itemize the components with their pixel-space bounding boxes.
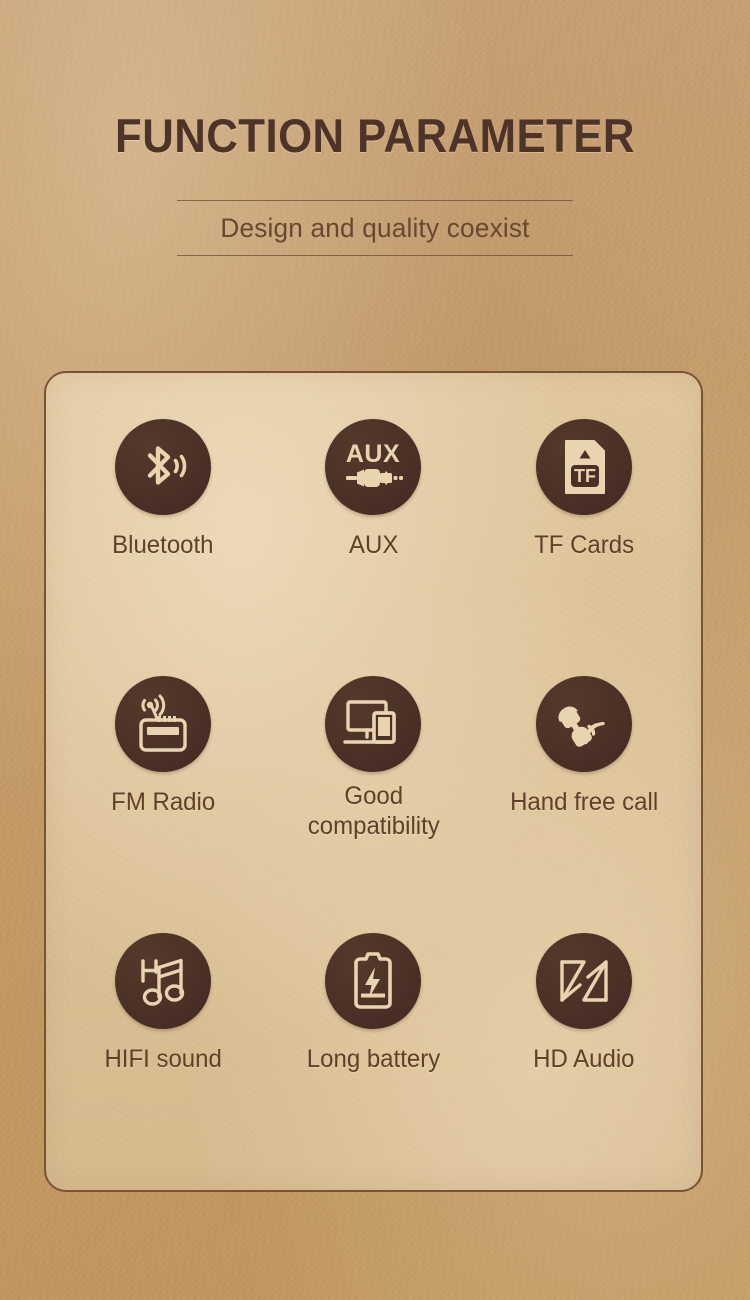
bluetooth-icon bbox=[147, 446, 187, 485]
svg-text:AUX: AUX bbox=[346, 440, 400, 468]
feature-item-long-battery[interactable]: Long battery bbox=[268, 911, 478, 1168]
compatibility-badge bbox=[325, 676, 422, 772]
feature-label: Good compatibility bbox=[307, 782, 440, 840]
feature-label: FM Radio bbox=[111, 788, 216, 816]
hifi-music-note-icon bbox=[141, 958, 185, 1006]
feature-label: Bluetooth bbox=[112, 531, 214, 559]
tf-card-badge: TF bbox=[535, 419, 632, 515]
battery-badge bbox=[325, 933, 422, 1029]
devices-compatibility-icon bbox=[343, 700, 397, 744]
feature-item-bluetooth[interactable]: Bluetooth bbox=[58, 397, 268, 654]
subtitle-block: Design and quality coexist bbox=[177, 200, 573, 256]
feature-item-hd-audio[interactable]: HD Audio bbox=[479, 911, 689, 1168]
feature-label: HIFI sound bbox=[104, 1045, 222, 1073]
hd-audio-icon bbox=[560, 960, 608, 1002]
divider-bottom bbox=[177, 255, 573, 256]
feature-label: Hand free call bbox=[509, 788, 658, 816]
hifi-badge bbox=[115, 933, 212, 1029]
aux-badge: AUX bbox=[325, 419, 422, 515]
aux-jack-icon: AUX bbox=[346, 440, 404, 487]
fm-radio-badge bbox=[115, 676, 212, 772]
handset-call-badge bbox=[535, 676, 632, 772]
feature-label: HD Audio bbox=[533, 1045, 635, 1073]
battery-charge-icon bbox=[354, 952, 393, 1009]
feature-grid: Bluetooth AUX AUX TF TF Cards FM Radio G… bbox=[46, 373, 701, 1190]
feature-card: Bluetooth AUX AUX TF TF Cards FM Radio G… bbox=[44, 371, 703, 1192]
feature-item-tf-cards[interactable]: TF TF Cards bbox=[479, 397, 689, 654]
fm-radio-icon bbox=[139, 694, 187, 752]
feature-label: AUX bbox=[348, 531, 399, 559]
page-header: FUNCTION PARAMETER bbox=[0, 0, 750, 163]
feature-item-aux[interactable]: AUX AUX bbox=[268, 397, 478, 654]
feature-item-hand-free-call[interactable]: Hand free call bbox=[479, 654, 689, 911]
handset-call-icon bbox=[558, 706, 605, 747]
page-title: FUNCTION PARAMETER bbox=[115, 109, 635, 162]
feature-label: Long battery bbox=[306, 1045, 441, 1073]
feature-label: TF Cards bbox=[533, 531, 634, 559]
bluetooth-badge bbox=[115, 419, 212, 515]
tf-card-label: TF bbox=[574, 466, 596, 486]
page-subtitle: Design and quality coexist bbox=[220, 213, 530, 243]
feature-item-fm-radio[interactable]: FM Radio bbox=[58, 654, 268, 911]
hd-audio-badge bbox=[535, 933, 632, 1029]
tf-card-icon: TF bbox=[564, 440, 605, 494]
feature-item-hifi-sound[interactable]: HIFI sound bbox=[58, 911, 268, 1168]
feature-item-good-compatibility[interactable]: Good compatibility bbox=[268, 654, 478, 911]
